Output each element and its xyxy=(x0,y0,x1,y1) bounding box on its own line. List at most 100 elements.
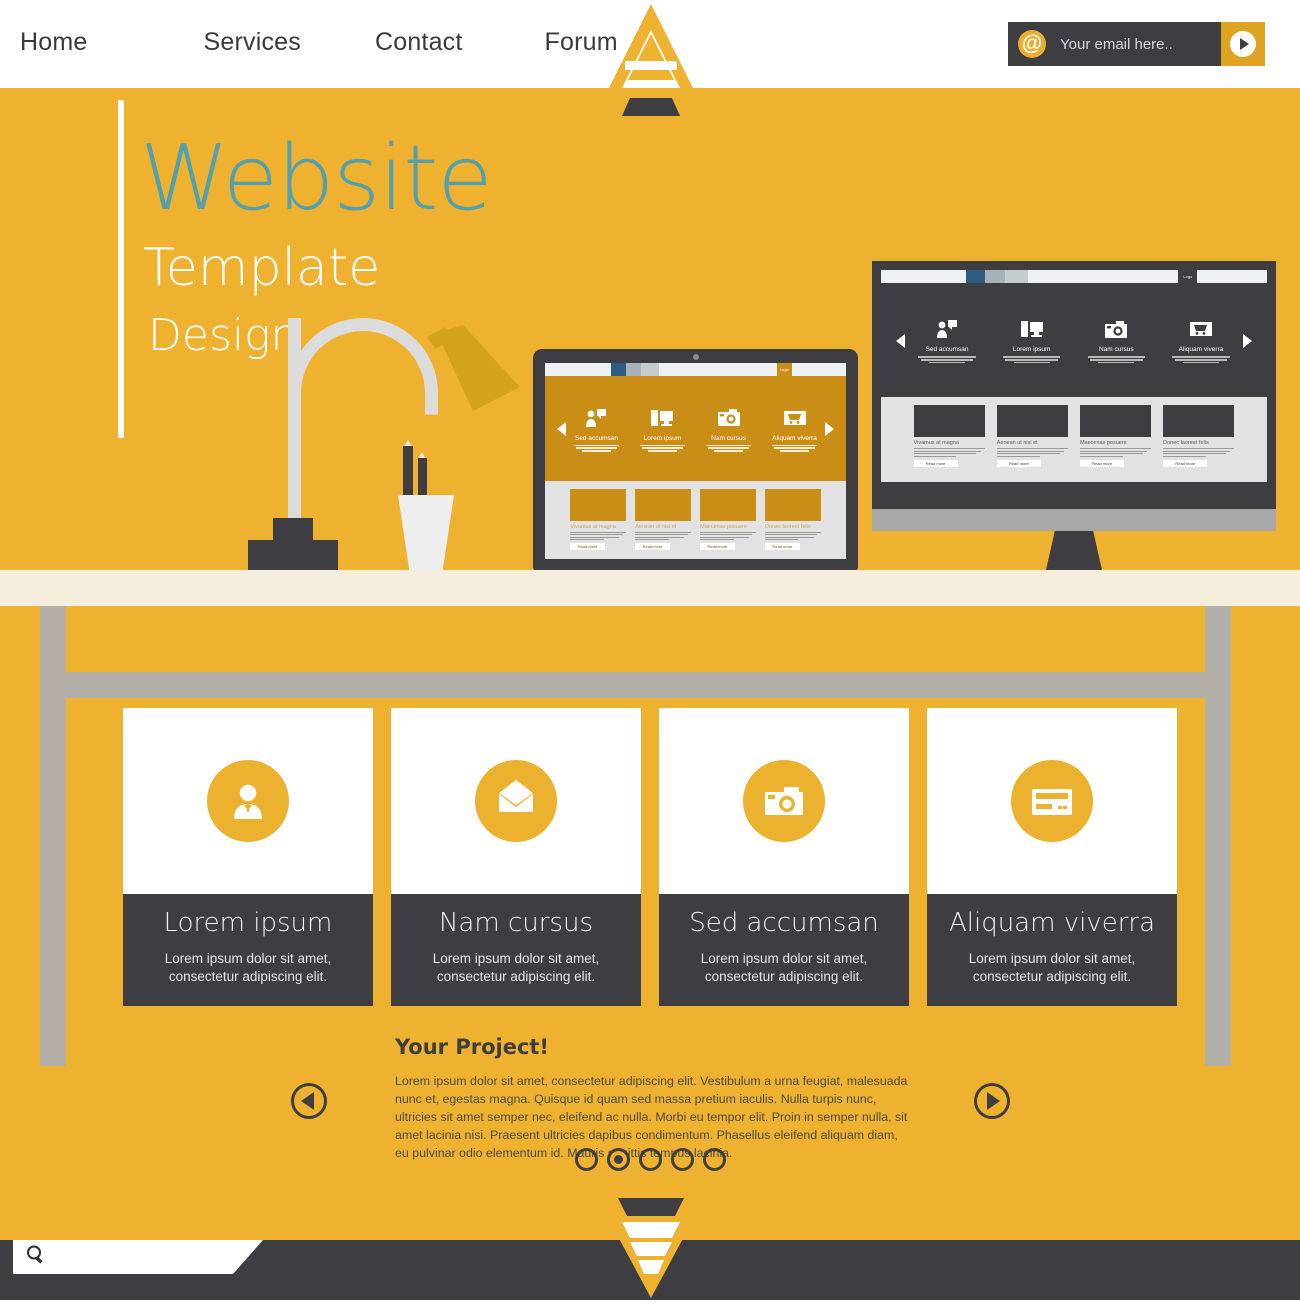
feature-card-title: Lorem ipsum xyxy=(163,908,333,938)
laptop-lid: Logo Sed accumsan Lorem ipsum Nam cursus Ali… xyxy=(533,349,858,571)
mock-next-arrow-icon[interactable] xyxy=(824,422,834,437)
feature-card-list: Lorem ipsum Lorem ipsum dolor sit amet, … xyxy=(0,708,1300,1007)
email-submit-button[interactable] xyxy=(1221,22,1265,66)
mock-read-more-button[interactable]: Read more xyxy=(1163,459,1208,467)
mock-feature-item[interactable]: Sed accumsan xyxy=(916,315,979,364)
mock-card[interactable]: Aenean ut nisi et Read more xyxy=(996,405,1069,478)
carousel-dot[interactable] xyxy=(574,1148,598,1171)
email-signup-form[interactable]: @ Your email here.. xyxy=(1008,22,1265,66)
feature-card-body: Sed accumsan Lorem ipsum dolor sit amet,… xyxy=(659,894,909,1007)
mock-browser-chrome: Logo xyxy=(545,363,846,376)
mock-feature-title: Aliquam viverra xyxy=(772,434,817,442)
mock-card-text-lines xyxy=(700,531,756,541)
mock-card[interactable]: Donec laoreet felis Read more xyxy=(1163,405,1235,478)
mock-feature-title: Aliquam viverra xyxy=(1178,346,1224,354)
mock-feature-title: Nam cursus xyxy=(1098,346,1134,354)
mock-feature-text-lines xyxy=(704,444,753,452)
mock-browser-chrome: Logo xyxy=(881,270,1267,283)
camera-icon xyxy=(743,760,825,842)
carousel-prev-button[interactable] xyxy=(291,1083,327,1119)
mock-feature-item[interactable]: Sed accumsan xyxy=(572,404,621,453)
mock-card[interactable]: Maecenas posuere Read more xyxy=(700,488,756,555)
mock-feature-item[interactable]: Lorem ipsum xyxy=(638,404,687,453)
carousel-dot-list xyxy=(0,1148,1300,1171)
mock-feature-item[interactable]: Lorem ipsum xyxy=(1000,315,1063,364)
triangle-up-decoration xyxy=(592,0,710,122)
mock-card-title: Maecenas posuere xyxy=(1079,440,1127,447)
mock-read-more-button[interactable]: Read more xyxy=(570,543,605,551)
mock-card-title: Aenean ut nisi et xyxy=(635,523,677,530)
mock-chrome-segment xyxy=(545,363,612,376)
mock-card-image xyxy=(635,488,691,521)
mock-feature-item[interactable]: Aliquam viverra xyxy=(1170,315,1233,364)
mock-card[interactable]: Maecenas posuere Read more xyxy=(1079,405,1152,478)
carousel-dot[interactable] xyxy=(606,1148,630,1171)
feature-card[interactable]: Nam cursus Lorem ipsum dolor sit amet, c… xyxy=(391,708,641,1007)
chevron-left-icon xyxy=(301,1092,314,1110)
mock-feature-title: Sed accumsan xyxy=(925,346,969,354)
mock-card-text-lines xyxy=(913,448,985,457)
hero-subtitle-design: Design xyxy=(148,310,299,361)
carousel-next-button[interactable] xyxy=(974,1083,1010,1119)
nav-item-contact[interactable]: Contact xyxy=(375,28,463,57)
mock-feature-item[interactable]: Aliquam viverra xyxy=(770,404,819,453)
desk-crossbar xyxy=(40,672,1231,698)
mock-chrome-segment xyxy=(1004,270,1028,283)
feature-card[interactable]: Aliquam viverra Lorem ipsum dolor sit am… xyxy=(927,708,1177,1007)
mock-next-arrow-icon[interactable] xyxy=(1242,334,1252,349)
mock-hero-section: Sed accumsan Lorem ipsum Nam cursus Aliquam… xyxy=(545,376,846,481)
hero-subtitle-template: Template xyxy=(143,238,381,298)
project-heading: Your Project! xyxy=(395,1035,550,1059)
mock-chrome-segment xyxy=(1027,270,1179,283)
monitor-bezel: Logo Sed accumsan Lorem ipsum Nam cursus Ali… xyxy=(872,261,1276,509)
project-block: Your Project! Lorem ipsum dolor sit amet… xyxy=(395,1035,910,1163)
feature-card-title: Aliquam viverra xyxy=(948,908,1156,938)
carousel-dot[interactable] xyxy=(638,1148,662,1171)
mock-chrome-segment xyxy=(881,270,966,283)
feature-card-text: Lorem ipsum dolor sit amet, consectetur … xyxy=(432,951,600,985)
mock-feature-text-lines xyxy=(1000,356,1063,364)
cart-icon xyxy=(770,404,819,432)
mock-feature-item[interactable]: Nam cursus xyxy=(704,404,753,453)
mock-feature-list: Sed accumsan Lorem ipsum Nam cursus Aliquam… xyxy=(916,315,1233,364)
feature-card[interactable]: Sed accumsan Lorem ipsum dolor sit amet,… xyxy=(659,708,909,1007)
mock-hero-section: Sed accumsan Lorem ipsum Nam cursus Aliquam… xyxy=(881,283,1267,398)
mock-read-more-button[interactable]: Read more xyxy=(635,543,670,551)
feature-card-text: Lorem ipsum dolor sit amet, consectetur … xyxy=(700,951,868,985)
mock-feature-title: Lorem ipsum xyxy=(1012,346,1051,354)
carousel-dot[interactable] xyxy=(702,1148,726,1171)
mock-card-title: Donec laoreet felis xyxy=(765,523,811,530)
nav-item-home[interactable]: Home xyxy=(20,28,88,57)
mock-read-more-button[interactable]: Read more xyxy=(700,543,735,551)
camera-icon xyxy=(704,404,753,432)
mock-feature-item[interactable]: Nam cursus xyxy=(1085,315,1148,364)
carousel-dot[interactable] xyxy=(670,1148,694,1171)
mock-card[interactable]: Vivamus at magna Read more xyxy=(570,488,626,555)
mock-chrome-segment xyxy=(659,363,777,376)
mock-card[interactable]: Vivamus at magna Read more xyxy=(913,405,985,478)
mock-prev-arrow-icon[interactable] xyxy=(896,334,906,349)
mock-read-more-button[interactable]: Read more xyxy=(1079,459,1125,467)
play-icon xyxy=(1230,31,1256,57)
mock-card[interactable]: Aenean ut nisi et Read more xyxy=(635,488,691,555)
feature-card-icon-area xyxy=(927,708,1177,894)
mock-read-more-button[interactable]: Read more xyxy=(765,543,800,551)
pencil-cup xyxy=(398,495,454,580)
mock-card-image xyxy=(570,488,626,521)
mock-card-text-lines xyxy=(570,531,626,541)
mock-prev-arrow-icon[interactable] xyxy=(557,422,567,437)
mock-card-text-lines xyxy=(996,448,1069,457)
mock-chrome-segment xyxy=(611,363,627,376)
mock-card-text-lines xyxy=(1163,448,1235,457)
mock-card[interactable]: Donec laoreet felis Read more xyxy=(765,488,821,555)
mock-read-more-button[interactable]: Read more xyxy=(996,459,1041,467)
email-field[interactable]: Your email here.. xyxy=(1060,36,1221,53)
mock-read-more-button[interactable]: Read more xyxy=(913,459,958,467)
feature-card[interactable]: Lorem ipsum Lorem ipsum dolor sit amet, … xyxy=(123,708,373,1007)
feature-card-text: Lorem ipsum dolor sit amet, consectetur … xyxy=(164,951,332,985)
nav-item-services[interactable]: Services xyxy=(204,28,301,57)
at-icon: @ xyxy=(1018,30,1046,58)
main-navigation: Home Services Contact Forum xyxy=(0,28,618,57)
search-input[interactable] xyxy=(13,1240,263,1274)
monitor-screen: Logo Sed accumsan Lorem ipsum Nam cursus Ali… xyxy=(881,270,1267,482)
